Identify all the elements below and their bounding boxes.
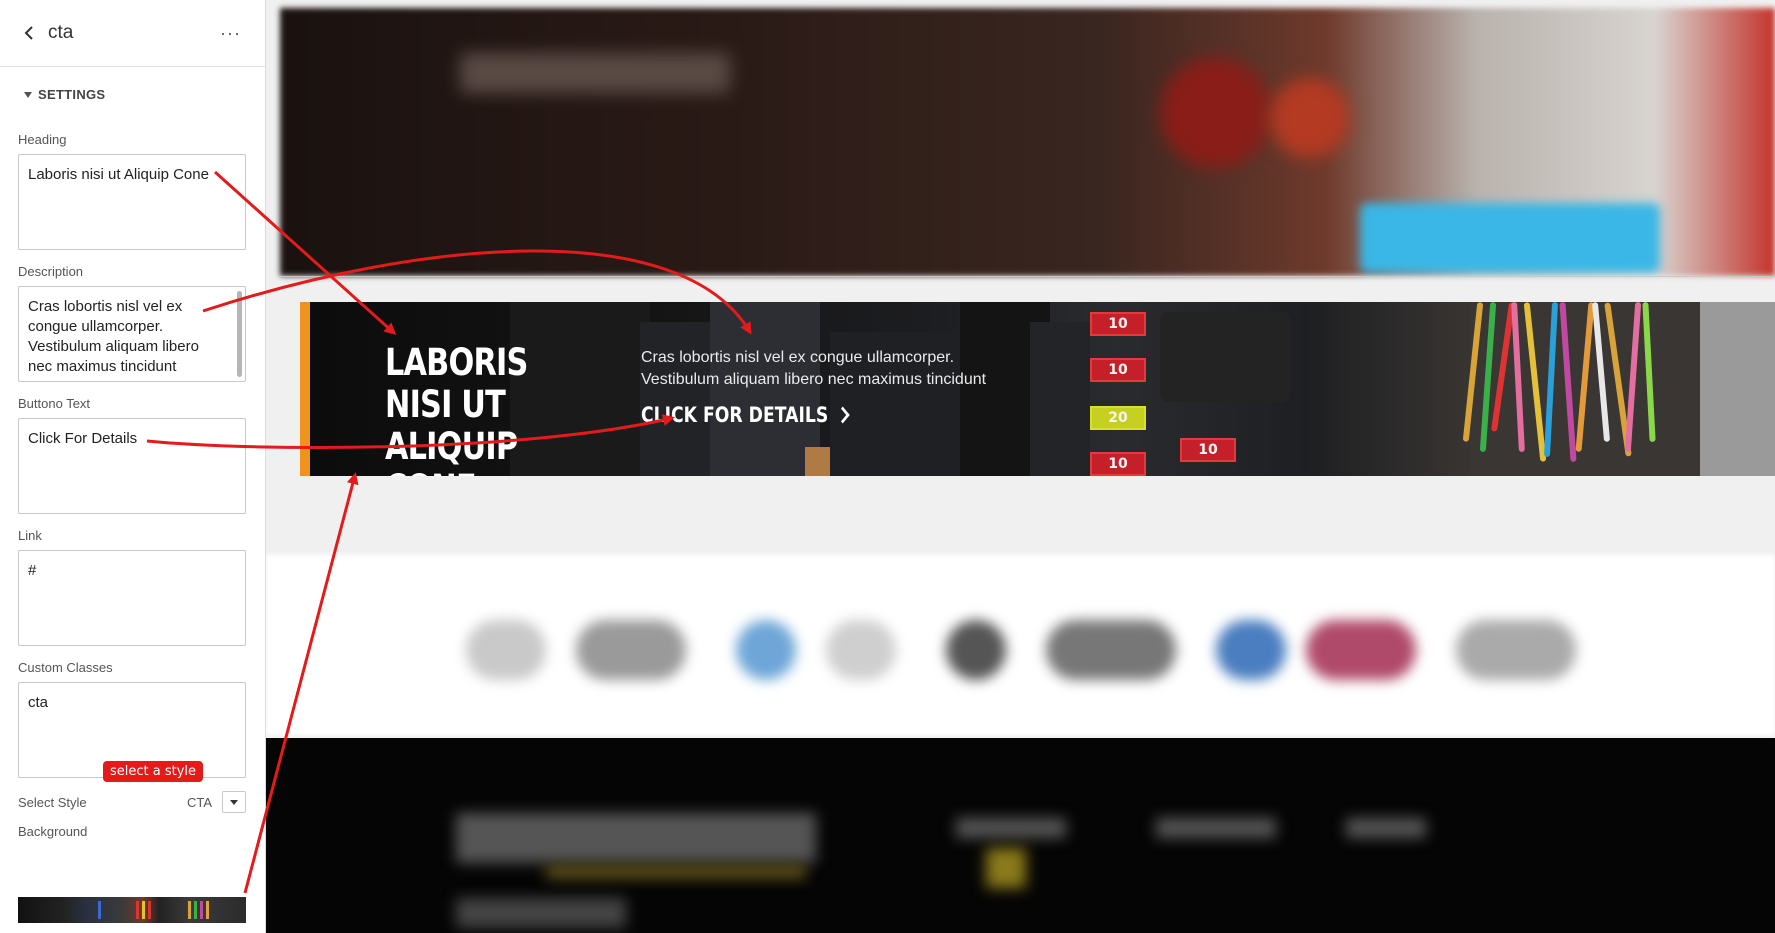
cta-button-label: Click For Details — [641, 403, 829, 427]
section-divider — [280, 276, 1775, 277]
fuse-icon: 20 — [1090, 406, 1146, 430]
description-field[interactable]: Cras lobortis nisl vel ex congue ullamco… — [18, 286, 246, 382]
settings-panel: cta ··· SETTINGS Heading Laboris nisi ut… — [0, 0, 266, 933]
background-image-thumbnail[interactable] — [18, 897, 246, 923]
description-field-value: Cras lobortis nisl vel ex congue ullamco… — [28, 298, 199, 375]
heading-label: Heading — [18, 132, 67, 147]
select-style-row: Select Style CTA — [18, 790, 246, 814]
link-label: Link — [18, 528, 42, 543]
blurred-footer — [266, 738, 1775, 933]
blurred-logo-strip — [266, 555, 1775, 735]
background-label: Background — [18, 824, 88, 839]
select-style-dropdown[interactable] — [222, 791, 246, 813]
more-options-icon[interactable]: ··· — [220, 23, 241, 44]
collapse-triangle-icon — [24, 91, 32, 98]
custom-classes-label: Custom Classes — [18, 660, 113, 675]
fuse-icon: 10 — [1180, 438, 1236, 462]
chevron-right-icon — [836, 406, 850, 424]
page-preview: 10 10 20 10 10 Laboris nisi ut Aliquip C… — [266, 0, 1775, 933]
heading-field-value: Laboris nisi ut Aliquip Cone — [28, 166, 209, 183]
select-style-callout: select a style — [103, 761, 204, 782]
cta-description: Cras lobortis nisl vel ex congue ullamco… — [641, 349, 987, 388]
settings-section-toggle[interactable]: SETTINGS — [24, 87, 265, 102]
select-style-value: CTA — [186, 794, 212, 810]
cta-banner[interactable]: 10 10 20 10 10 Laboris nisi ut Aliquip C… — [300, 302, 1775, 476]
button-text-field-value: Click For Details — [28, 430, 138, 447]
fuse-icon: 10 — [1090, 358, 1146, 382]
cta-button[interactable]: Click For Details — [641, 403, 850, 427]
link-field-value: # — [28, 562, 37, 579]
custom-classes-field-value: cta — [28, 694, 49, 711]
panel-header: cta ··· — [0, 0, 265, 67]
fuse-icon: 10 — [1090, 452, 1146, 476]
select-style-label: Select Style — [18, 794, 87, 810]
settings-section-label: SETTINGS — [38, 87, 106, 102]
dropdown-caret-icon — [230, 799, 238, 805]
button-text-field[interactable]: Click For Details — [18, 418, 246, 514]
cta-heading: Laboris nisi ut Aliquip Cone — [385, 341, 528, 477]
back-chevron-icon[interactable] — [24, 25, 40, 41]
link-field[interactable]: # — [18, 550, 246, 646]
button-text-label: Buttono Text — [18, 396, 91, 411]
blurred-hero-section — [280, 8, 1775, 276]
description-scrollbar[interactable] — [237, 291, 242, 377]
fuse-icon: 10 — [1090, 312, 1146, 336]
panel-title: cta — [48, 22, 74, 43]
description-label: Description — [18, 264, 84, 279]
heading-field[interactable]: Laboris nisi ut Aliquip Cone — [18, 154, 246, 250]
